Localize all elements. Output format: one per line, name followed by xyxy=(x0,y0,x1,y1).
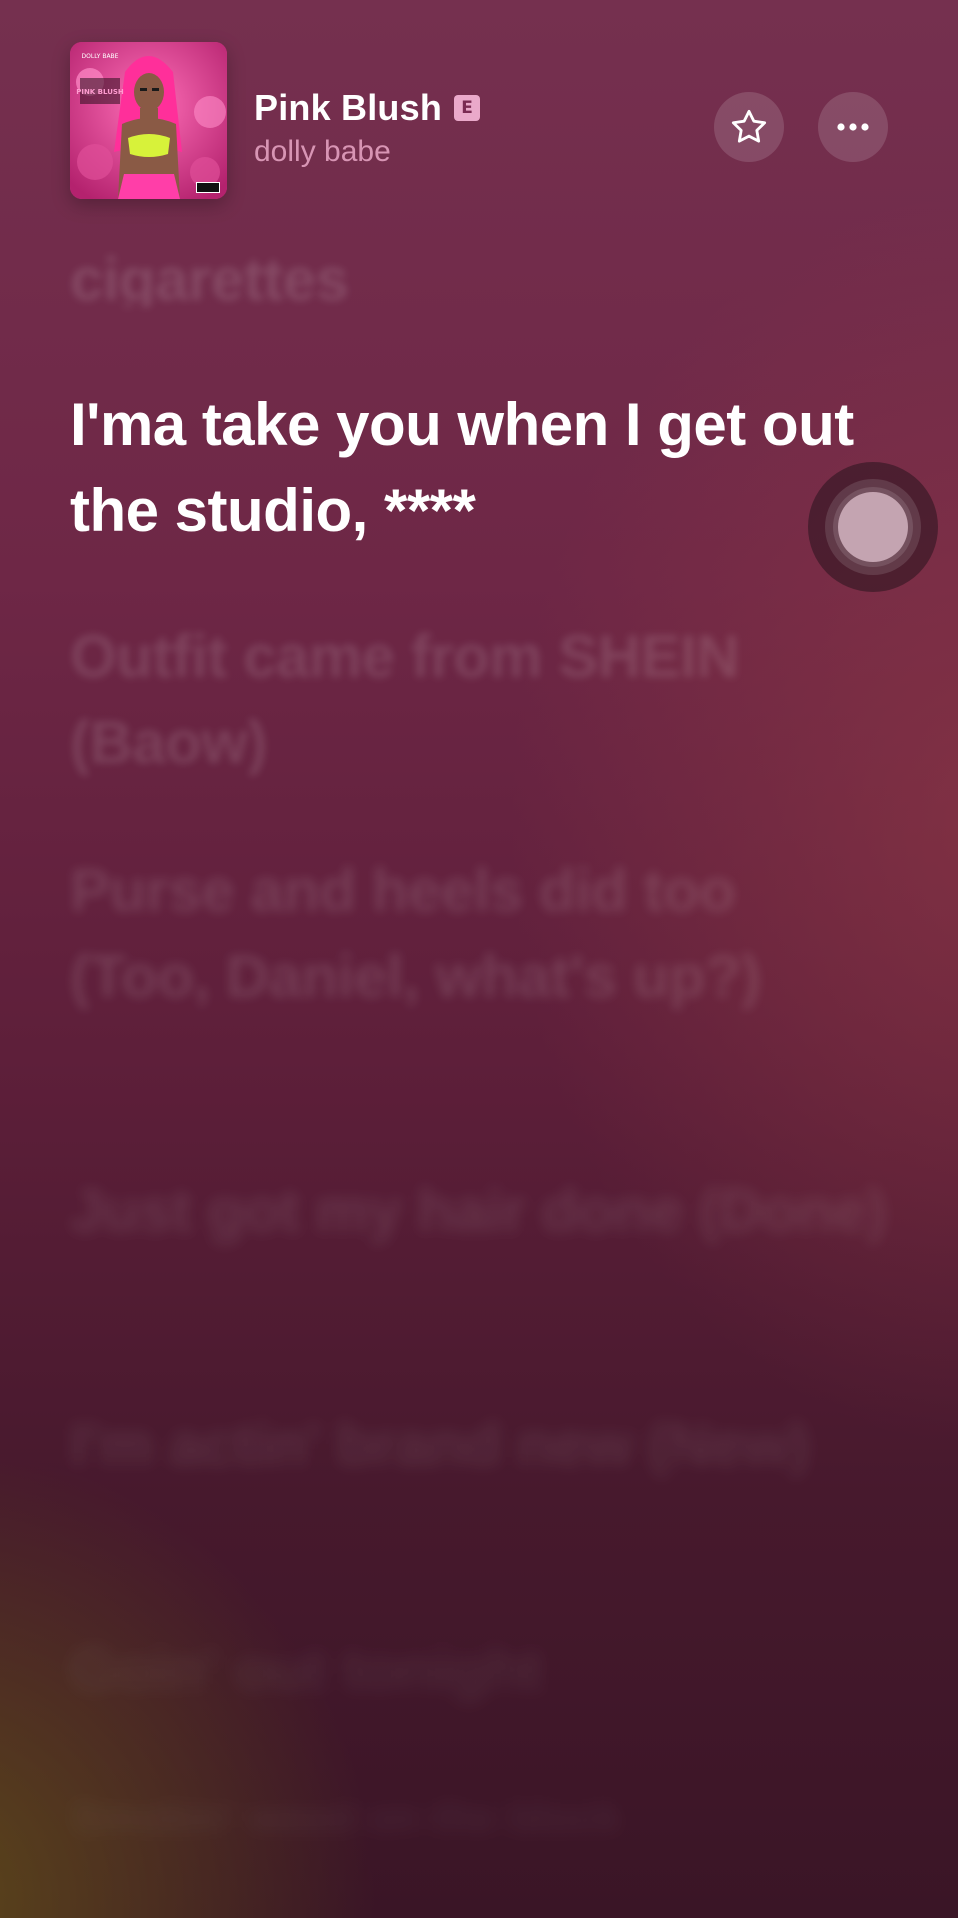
song-info: Pink Blush E dolly babe xyxy=(254,86,481,172)
lyric-line[interactable]: Purse and heels did too (Too, Daniel, wh… xyxy=(70,848,890,1020)
ellipsis-icon xyxy=(837,123,869,131)
svg-text:DOLLY BABE: DOLLY BABE xyxy=(82,53,119,60)
explicit-badge: E xyxy=(454,95,481,121)
lyric-line[interactable]: Goin' out tonight xyxy=(70,1627,890,1713)
lyric-line[interactable]: Smokin' weed on the block xyxy=(70,1775,890,1861)
lyric-line[interactable]: Just got my hair done (Done) xyxy=(70,1168,890,1254)
artist-name[interactable]: dolly babe xyxy=(254,132,480,172)
now-playing-header: DOLLY BABE PINK BLUSH Pink Blush E dolly… xyxy=(0,0,958,210)
more-options-button[interactable] xyxy=(818,92,888,162)
lyric-line[interactable]: Outfit came from SHEIN (Baow) xyxy=(70,614,890,786)
album-artwork[interactable]: DOLLY BABE PINK BLUSH xyxy=(70,42,227,199)
song-title-row: Pink Blush E xyxy=(254,86,481,130)
assistive-touch-ring xyxy=(825,479,921,575)
assistive-touch-button[interactable] xyxy=(808,462,938,592)
lyric-line-previous[interactable]: cigarettes xyxy=(70,237,890,307)
album-artwork-image: DOLLY BABE PINK BLUSH xyxy=(70,42,227,199)
star-icon xyxy=(731,109,767,143)
assistive-touch-dot xyxy=(838,492,908,562)
favorite-button[interactable] xyxy=(714,92,784,162)
lyric-line-current[interactable]: I'ma take you when I get out the studio,… xyxy=(70,382,890,554)
lyric-line[interactable]: I'm actin' brand new (New) xyxy=(70,1402,890,1488)
song-title[interactable]: Pink Blush xyxy=(254,86,442,130)
svg-text:PINK BLUSH: PINK BLUSH xyxy=(76,88,124,96)
